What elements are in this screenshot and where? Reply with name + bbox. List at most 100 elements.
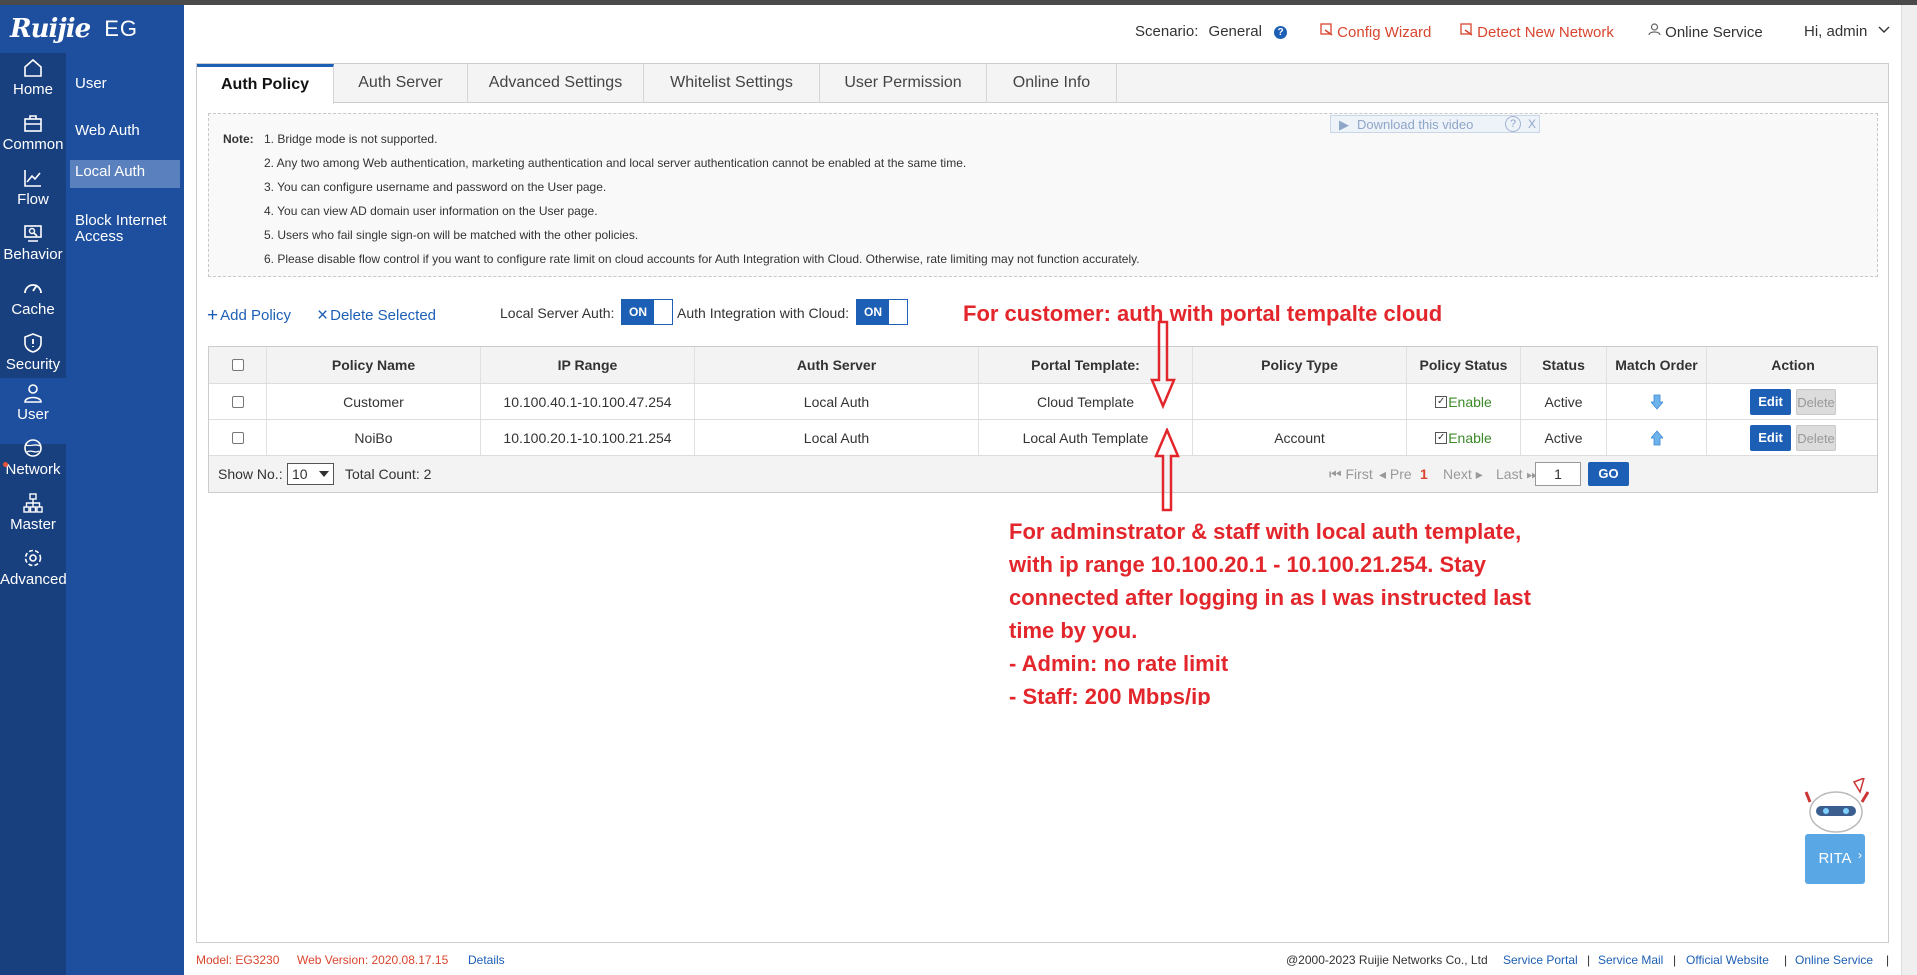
tab-online-info[interactable]: Online Info <box>987 64 1117 103</box>
next-page-button[interactable]: Next ▸ <box>1443 466 1483 483</box>
match-order <box>1607 420 1707 455</box>
subnav-user[interactable]: User <box>70 72 180 96</box>
check-icon[interactable]: ✓ <box>1435 395 1448 408</box>
first-page-button[interactable]: ⏮ First <box>1329 466 1373 483</box>
video-help-icon[interactable]: ? <box>1505 116 1521 132</box>
col-match-order[interactable]: Match Order <box>1607 347 1707 383</box>
row-checkbox[interactable] <box>231 395 244 408</box>
table-row[interactable]: Customer 10.100.40.1-10.100.47.254 Local… <box>209 384 1877 420</box>
edit-button[interactable]: Edit <box>1750 388 1791 415</box>
pagination-bar: Show No.: 10 Total Count: 2 ⏮ First ◂ Pr… <box>209 456 1877 492</box>
nav-cache-label: Cache <box>11 301 55 318</box>
online-service-footer-link[interactable]: Online Service <box>1795 953 1873 967</box>
col-auth-server[interactable]: Auth Server <box>695 347 979 383</box>
detect-new-network-link[interactable]: Detect New Network <box>1460 23 1614 41</box>
page-size-value: 10 <box>292 466 308 482</box>
download-video-button[interactable]: ▶ Download this video ? X <box>1330 115 1540 133</box>
delete-button[interactable]: Delete <box>1796 424 1836 451</box>
gauge-icon <box>24 284 42 294</box>
select-all-checkbox[interactable] <box>231 359 244 371</box>
check-icon[interactable]: ✓ <box>1435 431 1448 444</box>
note-line: 2. Any two among Web authentication, mar… <box>264 156 967 170</box>
col-ip-range[interactable]: IP Range <box>481 347 695 383</box>
policy-status[interactable]: ✓ Enable <box>1407 384 1521 419</box>
web-version: Web Version: 2020.08.17.15 <box>297 953 449 967</box>
policy-status[interactable]: ✓ Enable <box>1407 420 1521 455</box>
details-link[interactable]: Details <box>468 953 505 967</box>
cloud-auth-toggle[interactable]: ON <box>856 299 908 325</box>
row-select-cell <box>209 420 267 455</box>
total-count: Total Count: 2 <box>345 466 432 482</box>
brand-logo: Ruijie EG <box>0 5 184 53</box>
add-policy-button[interactable]: + Add Policy <box>207 305 291 327</box>
note-box: Note: 1. Bridge mode is not supported. 2… <box>208 113 1878 277</box>
delete-selected-button[interactable]: × Delete Selected <box>317 305 436 327</box>
note-line: 5. Users who fail single sign-on will be… <box>264 228 639 242</box>
main-panel: Auth Policy Auth Server Advanced Setting… <box>196 63 1889 943</box>
rita-assistant[interactable]: RITA › <box>1802 778 1872 888</box>
chevron-down-icon <box>1878 26 1890 33</box>
row-select-cell <box>209 384 267 419</box>
close-icon[interactable]: X <box>1526 116 1538 132</box>
caret-down-icon <box>319 471 329 477</box>
note-line: 4. You can view AD domain user informati… <box>264 204 598 218</box>
toggle-state: ON <box>622 300 654 324</box>
subnav-web-auth[interactable]: Web Auth <box>70 119 180 143</box>
tab-advanced-settings[interactable]: Advanced Settings <box>468 64 644 103</box>
add-policy-label: Add Policy <box>220 307 291 324</box>
page-number-input[interactable]: 1 <box>1535 462 1581 486</box>
annotation-line: time by you. <box>1009 618 1138 643</box>
last-page-button[interactable]: Last ⏭ <box>1496 466 1539 483</box>
note-line: 3. You can configure username and passwo… <box>264 180 607 194</box>
col-policy-name[interactable]: Policy Name <box>267 347 481 383</box>
shield-icon <box>24 333 42 353</box>
col-policy-type[interactable]: Policy Type <box>1193 347 1407 383</box>
move-up-icon[interactable] <box>1650 429 1663 446</box>
col-policy-status[interactable]: Policy Status <box>1407 347 1521 383</box>
service-portal-link[interactable]: Service Portal <box>1503 953 1578 967</box>
go-button[interactable]: GO <box>1588 462 1629 486</box>
behavior-icon <box>24 225 42 242</box>
col-status[interactable]: Status <box>1521 347 1607 383</box>
ip-range: 10.100.40.1-10.100.47.254 <box>481 384 695 419</box>
service-mail-link[interactable]: Service Mail <box>1598 953 1663 967</box>
subnav-local-auth[interactable]: Local Auth <box>70 160 180 188</box>
note-label: Note: <box>223 132 254 146</box>
config-wizard-link[interactable]: Config Wizard <box>1320 23 1431 41</box>
nav-advanced[interactable]: Advanced <box>0 543 67 609</box>
nav-advanced-label: Advanced <box>0 571 67 588</box>
subnav-block-internet-access[interactable]: Block Internet Access <box>70 209 180 249</box>
cross-icon: × <box>317 305 329 326</box>
help-icon[interactable]: ? <box>1274 26 1288 39</box>
policy-table: Policy Name IP Range Auth Server Portal … <box>208 346 1878 493</box>
page-size-select[interactable]: 10 <box>287 463 334 485</box>
sub-nav: User Web Auth Local Auth Block Internet … <box>66 53 184 975</box>
row-checkbox[interactable] <box>231 431 244 444</box>
tab-auth-policy[interactable]: Auth Policy <box>197 64 334 104</box>
next-icon: ▸ <box>1475 466 1483 482</box>
official-website-link[interactable]: Official Website <box>1686 953 1769 967</box>
cloud-auth-label: Auth Integration with Cloud: <box>677 305 849 321</box>
enable-label: Enable <box>1448 429 1492 446</box>
detect-icon <box>1460 23 1473 36</box>
action-cell: Edit Delete <box>1707 420 1879 455</box>
table-row[interactable]: NoiBo 10.100.20.1-10.100.21.254 Local Au… <box>209 420 1877 456</box>
tab-user-permission[interactable]: User Permission <box>820 64 987 103</box>
online-service-link[interactable]: Online Service <box>1648 23 1763 41</box>
edit-button[interactable]: Edit <box>1750 424 1791 451</box>
local-server-auth-toggle[interactable]: ON <box>621 299 673 325</box>
product-name: EG <box>104 16 139 41</box>
nav-behavior-label: Behavior <box>3 246 63 263</box>
first-label: First <box>1345 466 1373 482</box>
ruijie-logo: Ruijie <box>10 14 91 44</box>
detect-new-network-label: Detect New Network <box>1477 24 1614 41</box>
prev-page-button[interactable]: ◂ Pre <box>1379 466 1412 483</box>
tab-whitelist-settings[interactable]: Whitelist Settings <box>644 64 820 103</box>
user-menu[interactable]: Hi, admin <box>1804 23 1890 40</box>
scrollbar-track[interactable] <box>1901 5 1917 975</box>
delete-button[interactable]: Delete <box>1796 388 1836 415</box>
move-down-icon[interactable] <box>1650 394 1663 410</box>
annotation-line: with ip range 10.100.20.1 - 10.100.21.25… <box>1009 552 1486 577</box>
model: Model: EG3230 <box>196 953 280 967</box>
tab-auth-server[interactable]: Auth Server <box>334 64 468 103</box>
